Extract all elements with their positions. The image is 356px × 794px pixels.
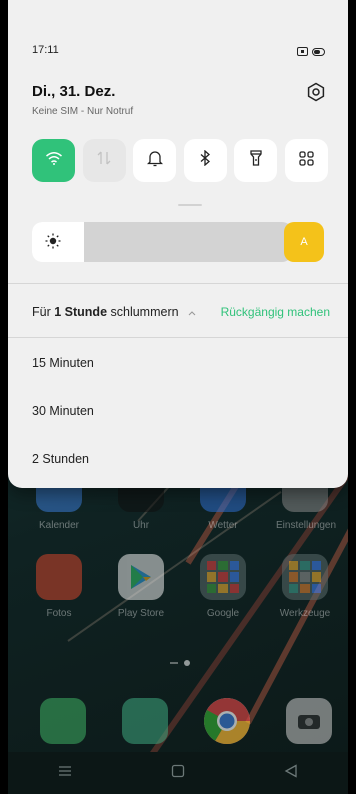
app-label: Werkzeuge (279, 608, 331, 619)
divider (8, 337, 348, 338)
shade-drag-handle[interactable] (178, 204, 202, 206)
play-store-icon (118, 554, 164, 600)
google-folder-icon (200, 554, 246, 600)
tools-folder-icon (282, 554, 328, 600)
sim-icon (297, 43, 308, 61)
bluetooth-toggle[interactable] (183, 139, 227, 182)
app-label: Google (206, 608, 240, 619)
date-label: Di., 31. Dez. (32, 83, 116, 100)
snooze-option-30-min[interactable]: 30 Minuten (32, 404, 94, 418)
app-label: Fotos (46, 608, 72, 619)
snooze-option-2-hours[interactable]: 2 Stunden (32, 452, 89, 466)
app-label: Kalender (38, 520, 80, 531)
app-label: Einstellungen (276, 520, 337, 531)
bell-icon (146, 150, 163, 172)
app-label: Wetter (208, 520, 238, 531)
phone-app-icon[interactable] (40, 698, 86, 744)
photos-icon (36, 554, 82, 600)
quick-tiles (32, 139, 328, 182)
snooze-prefix: Für (32, 305, 55, 319)
more-tiles-toggle[interactable] (284, 139, 328, 182)
status-time: 17:11 (32, 44, 59, 56)
mobile-data-toggle[interactable] (82, 139, 126, 182)
folder-tools[interactable]: Werkzeuge (276, 554, 334, 619)
settings-gear-icon[interactable] (306, 82, 326, 102)
quick-settings-panel: 17:11 Di., 31. Dez. Keine SIM - Nur Notr… (8, 0, 348, 488)
battery-icon (312, 43, 326, 61)
page-indicator (170, 660, 190, 666)
sim-status: Keine SIM - Nur Notruf (32, 106, 134, 117)
app-play-store[interactable]: Play Store (112, 554, 170, 619)
wifi-toggle[interactable] (32, 139, 75, 182)
folder-google[interactable]: Google (194, 554, 252, 619)
snooze-duration: 1 Stunde (54, 305, 108, 319)
navigation-bar (8, 752, 348, 794)
app-label: Uhr (132, 520, 150, 531)
brightness-slider[interactable] (32, 222, 292, 262)
snooze-dropdown[interactable]: Für 1 Stunde schlummern (32, 305, 196, 319)
auto-brightness-button[interactable]: A (284, 222, 324, 262)
back-icon[interactable] (284, 763, 298, 783)
snooze-suffix: schlummern (107, 305, 179, 319)
brightness-icon (45, 233, 61, 254)
mobile-data-icon (97, 151, 111, 170)
flashlight-toggle[interactable] (234, 139, 278, 182)
messages-app-icon[interactable] (122, 698, 168, 744)
grid-icon (299, 150, 314, 171)
status-icons (297, 43, 326, 61)
camera-app-icon[interactable] (286, 698, 332, 744)
menu-icon[interactable] (58, 764, 72, 782)
wifi-icon (45, 151, 63, 170)
chrome-app-icon[interactable] (204, 698, 250, 744)
chevron-up-icon (188, 305, 196, 319)
snooze-option-15-min[interactable]: 15 Minuten (32, 356, 94, 370)
app-photos[interactable]: Fotos (30, 554, 88, 619)
bluetooth-icon (199, 149, 211, 171)
app-label: Play Store (117, 608, 165, 619)
undo-link[interactable]: Rückgängig machen (221, 305, 330, 319)
sound-toggle[interactable] (133, 139, 177, 182)
divider (8, 283, 348, 284)
home-icon[interactable] (171, 764, 185, 783)
flashlight-icon (250, 150, 262, 171)
